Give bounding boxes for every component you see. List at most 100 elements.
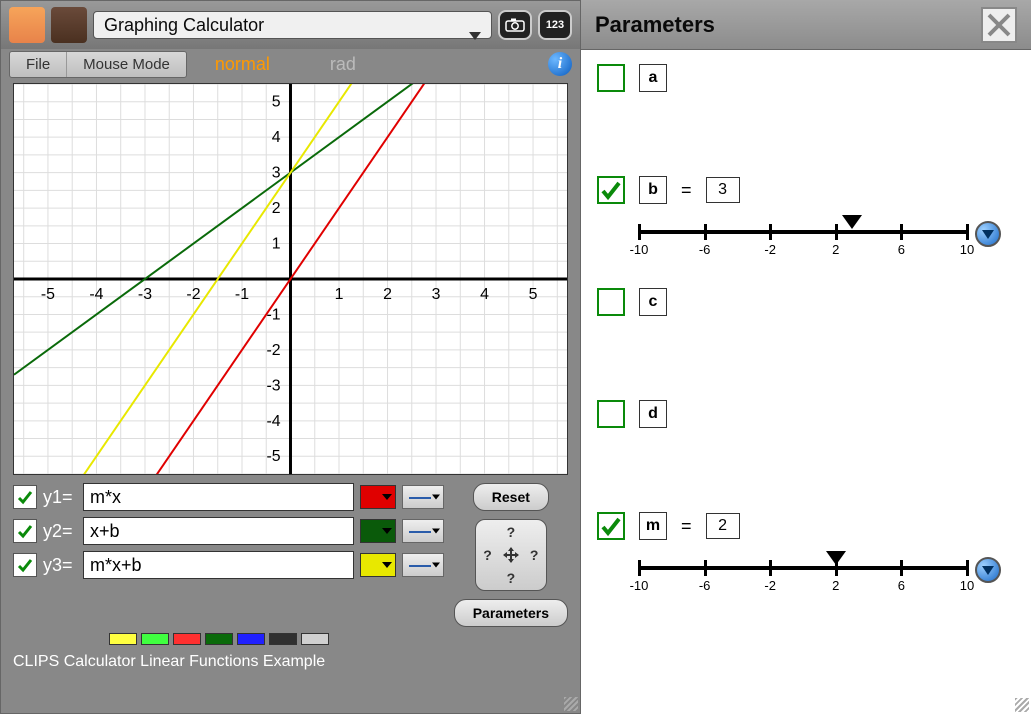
equation-input[interactable] — [83, 483, 354, 511]
equation-label: y3= — [43, 555, 77, 576]
param-block: m = 2 -10-6-22610 — [597, 512, 1015, 600]
counter-icon[interactable]: 123 — [538, 10, 572, 40]
param-block: b = 3 -10-6-22610 — [597, 176, 1015, 264]
palette-swatch[interactable] — [173, 633, 201, 645]
mode-rad[interactable]: rad — [330, 54, 356, 75]
param-name: c — [639, 288, 667, 316]
file-menu[interactable]: File — [10, 52, 66, 77]
param-checkbox[interactable] — [597, 512, 625, 540]
avatar-2[interactable] — [51, 7, 87, 43]
slider-thumb-icon[interactable] — [842, 215, 862, 229]
svg-text:-3: -3 — [138, 286, 152, 303]
app-title: Graphing Calculator — [104, 15, 264, 36]
equation-style-picker[interactable] — [402, 519, 444, 543]
slider-play-button[interactable] — [975, 221, 1001, 247]
graph-canvas[interactable]: -5-4-3-2-112345-5-4-3-2-112345 — [13, 83, 568, 475]
svg-text:5: 5 — [529, 286, 538, 303]
palette-swatch[interactable] — [205, 633, 233, 645]
equation-row: y3= — [13, 551, 444, 579]
avatar-1[interactable] — [9, 7, 45, 43]
equation-label: y2= — [43, 521, 77, 542]
equation-style-picker[interactable] — [402, 485, 444, 509]
equation-checkbox[interactable] — [13, 519, 37, 543]
param-block: c — [597, 288, 1015, 376]
param-checkbox[interactable] — [597, 64, 625, 92]
resize-grip-icon[interactable] — [1015, 698, 1029, 712]
menu-buttons: File Mouse Mode — [9, 51, 187, 78]
parameters-panel: Parameters a b = 3 -10-6-22610 — [581, 0, 1031, 714]
param-equals: = — [681, 180, 692, 201]
menu-bar: File Mouse Mode normal rad i — [1, 49, 580, 79]
svg-text:1: 1 — [272, 236, 281, 253]
svg-text:-4: -4 — [89, 286, 103, 303]
svg-text:-2: -2 — [186, 286, 200, 303]
parameters-button[interactable]: Parameters — [454, 599, 568, 627]
reset-button[interactable]: Reset — [473, 483, 549, 511]
equation-checkbox[interactable] — [13, 553, 37, 577]
param-name: a — [639, 64, 667, 92]
svg-text:2: 2 — [272, 200, 281, 217]
svg-text:-1: -1 — [266, 306, 280, 323]
param-equals: = — [681, 516, 692, 537]
svg-text:-3: -3 — [266, 377, 280, 394]
mode-normal[interactable]: normal — [215, 54, 270, 75]
svg-text:4: 4 — [480, 286, 489, 303]
nav-pad[interactable]: ? ?? ? — [475, 519, 547, 591]
parameters-title: Parameters — [595, 12, 981, 38]
equation-row: y2= — [13, 517, 444, 545]
info-icon[interactable]: i — [548, 52, 572, 76]
param-slider[interactable]: -10-6-22610 — [639, 550, 967, 590]
equation-input[interactable] — [83, 517, 354, 545]
equation-input[interactable] — [83, 551, 354, 579]
param-value: 2 — [706, 513, 740, 539]
param-checkbox[interactable] — [597, 400, 625, 428]
svg-text:3: 3 — [272, 165, 281, 182]
slider-play-button[interactable] — [975, 557, 1001, 583]
equation-color-picker[interactable] — [360, 519, 396, 543]
param-value: 3 — [706, 177, 740, 203]
param-name: d — [639, 400, 667, 428]
palette-swatch[interactable] — [269, 633, 297, 645]
top-bar: Graphing Calculator 123 — [1, 1, 580, 49]
param-checkbox[interactable] — [597, 176, 625, 204]
palette-swatch[interactable] — [301, 633, 329, 645]
svg-text:1: 1 — [335, 286, 344, 303]
svg-text:2: 2 — [383, 286, 392, 303]
equation-checkbox[interactable] — [13, 485, 37, 509]
equation-color-picker[interactable] — [360, 553, 396, 577]
equation-style-picker[interactable] — [402, 553, 444, 577]
svg-text:4: 4 — [272, 129, 281, 146]
color-palette — [109, 633, 580, 645]
svg-text:-4: -4 — [266, 413, 280, 430]
svg-text:5: 5 — [272, 94, 281, 111]
slider-thumb-icon[interactable] — [826, 551, 846, 565]
equation-color-picker[interactable] — [360, 485, 396, 509]
param-block: d — [597, 400, 1015, 488]
svg-text:-5: -5 — [266, 448, 280, 465]
param-block: a — [597, 64, 1015, 152]
palette-swatch[interactable] — [237, 633, 265, 645]
app-title-dropdown[interactable]: Graphing Calculator — [93, 11, 492, 39]
camera-icon[interactable] — [498, 10, 532, 40]
footer-text: CLIPS Calculator Linear Functions Exampl… — [1, 649, 580, 679]
mouse-mode-menu[interactable]: Mouse Mode — [66, 52, 186, 77]
chevron-down-icon — [469, 32, 481, 40]
palette-swatch[interactable] — [109, 633, 137, 645]
close-icon[interactable] — [981, 7, 1017, 43]
param-name: b — [639, 176, 667, 204]
param-name: m — [639, 512, 667, 540]
equations-list: y1= y2= y3= — [13, 483, 444, 627]
resize-grip-icon[interactable] — [564, 697, 578, 711]
equation-row: y1= — [13, 483, 444, 511]
svg-text:-2: -2 — [266, 342, 280, 359]
param-checkbox[interactable] — [597, 288, 625, 316]
calculator-panel: Graphing Calculator 123 File Mouse Mode … — [0, 0, 581, 714]
svg-text:-5: -5 — [41, 286, 55, 303]
parameters-body: a b = 3 -10-6-22610 c — [581, 50, 1031, 638]
svg-text:-1: -1 — [235, 286, 249, 303]
equation-label: y1= — [43, 487, 77, 508]
controls-area: y1= y2= y3= Reset ? ?? ? Parameters — [1, 475, 580, 631]
param-slider[interactable]: -10-6-22610 — [639, 214, 967, 254]
parameters-header: Parameters — [581, 0, 1031, 50]
palette-swatch[interactable] — [141, 633, 169, 645]
